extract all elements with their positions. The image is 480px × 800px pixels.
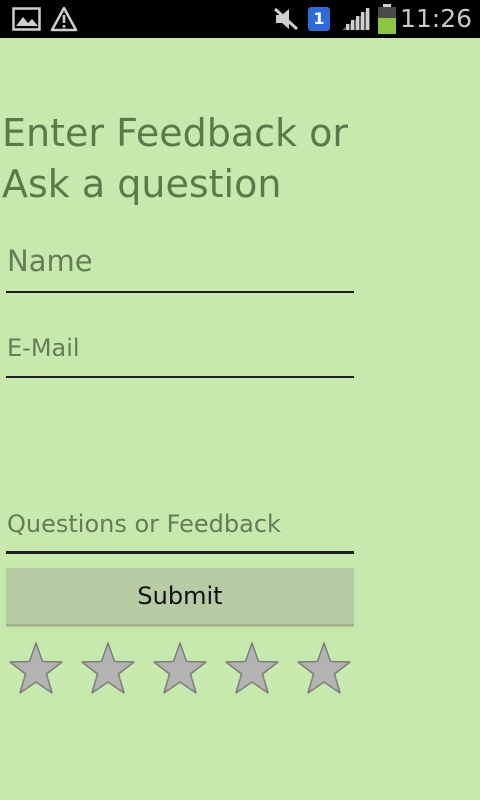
email-underline (6, 376, 354, 378)
feedback-placeholder: Questions or Feedback (7, 510, 281, 538)
picture-icon (12, 7, 41, 31)
email-placeholder: E-Mail (7, 334, 80, 362)
signal-icon (342, 8, 370, 30)
star-rating[interactable] (6, 640, 356, 700)
page-title: Enter Feedback or Ask a question (2, 111, 348, 206)
mute-icon (273, 7, 299, 31)
warning-icon (50, 6, 78, 32)
battery-icon (378, 4, 396, 34)
star-icon-2[interactable] (78, 640, 138, 700)
star-icon-3[interactable] (150, 640, 210, 700)
name-field[interactable]: Name (6, 238, 354, 296)
sim-icon: 1 (308, 7, 330, 31)
name-placeholder: Name (7, 244, 93, 278)
star-icon-4[interactable] (222, 640, 282, 700)
star-icon-5[interactable] (294, 640, 354, 700)
clock: 11:26 (399, 4, 472, 33)
email-field[interactable]: E-Mail (6, 330, 354, 380)
feedback-field[interactable]: Questions or Feedback (6, 506, 354, 556)
name-underline (6, 291, 354, 293)
feedback-underline (6, 551, 354, 554)
star-icon-1[interactable] (6, 640, 66, 700)
status-bar: 1 11:26 (0, 0, 480, 38)
submit-button[interactable]: Submit (6, 568, 354, 626)
